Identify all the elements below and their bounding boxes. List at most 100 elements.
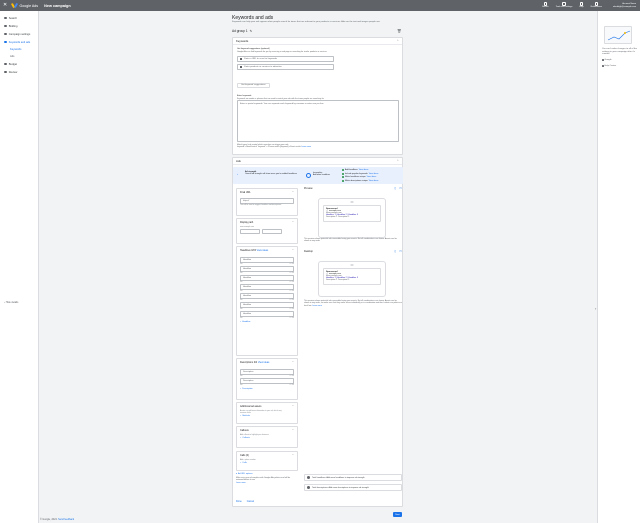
- keywords-textarea[interactable]: Enter or paste keywords. You can separat…: [237, 100, 399, 142]
- mobile-icon[interactable]: ▯: [395, 186, 397, 190]
- search-tool[interactable]: Search: [542, 2, 549, 8]
- chevron-right-icon[interactable]: ›: [595, 306, 596, 311]
- headline-input-5[interactable]: Headline: [240, 293, 294, 299]
- view-ideas-link[interactable]: View ideas: [258, 361, 270, 364]
- step-pending-icon: [4, 62, 7, 66]
- products-input[interactable]: Enter products or services to advertise: [237, 64, 334, 70]
- headline-input-1[interactable]: Headline: [240, 257, 294, 263]
- step-check-icon: [4, 16, 7, 20]
- phone-notch: [350, 264, 354, 266]
- edit-pencil-icon[interactable]: ✎: [250, 29, 253, 33]
- strength-text: Overall ad strength will show once you'v…: [245, 173, 297, 175]
- mobile-preview: Sponsored example.com www.example.com He…: [318, 198, 386, 238]
- view-ideas-link[interactable]: View ideas: [257, 249, 269, 252]
- ad-url-options: ▾ Ad URL options Make sure your ad compli…: [236, 473, 298, 484]
- step-check-icon: [4, 32, 7, 36]
- chevron-up-icon[interactable]: ⌃: [292, 429, 294, 432]
- callouts-section: Callouts ⌃ Add callouts to highlight your…: [236, 426, 298, 448]
- strength-summary: Ad strength Overall ad strength will sho…: [245, 171, 300, 175]
- help-tool[interactable]: Help: [579, 2, 584, 8]
- learn-more-link[interactable]: Learn more: [301, 146, 311, 148]
- get-suggestions-button[interactable]: Get keyword suggestions: [237, 82, 270, 88]
- ad-url-options-link[interactable]: ▾ Ad URL options: [236, 473, 298, 475]
- notifications-tool[interactable]: Notifications: [591, 2, 602, 8]
- sidebar-item-budget[interactable]: Budget: [0, 60, 38, 68]
- add-headline-button[interactable]: + Headline: [240, 321, 294, 323]
- feedback-link[interactable]: Send feedback: [58, 518, 74, 521]
- ad-group-name[interactable]: Ad group 1 ✎: [232, 29, 252, 33]
- ads-card-header[interactable]: Ads ⌃: [233, 158, 402, 165]
- check-circle-icon: [342, 169, 344, 171]
- preview-learn-more[interactable]: Learn more: [312, 305, 322, 307]
- right-help-panel: › You can't make changes to all of the s…: [595, 11, 640, 523]
- calls-section: Calls (0) ⌃ Add a phone number + Calls: [236, 451, 298, 471]
- chevron-up-icon[interactable]: ⌃: [396, 159, 399, 163]
- add-calls-button[interactable]: + Calls: [240, 462, 294, 464]
- logo-text: Google Ads: [19, 3, 39, 8]
- chevron-up-icon[interactable]: ⌃: [292, 454, 294, 457]
- strength-gauge-icon: [306, 173, 311, 178]
- ad-description: Description 1. Description 2.: [326, 216, 350, 219]
- path-1-input[interactable]: [240, 228, 260, 234]
- close-icon[interactable]: ✕: [3, 3, 9, 8]
- step-sidebar: Search Bidding Campaign settings Keyword…: [0, 11, 39, 523]
- match-types-legend: keyword = Broad match "keyword" = Phrase…: [237, 146, 312, 149]
- url-input[interactable]: Enter a URL to scan for keywords: [237, 56, 334, 62]
- ad-actions: Done Cancel: [236, 500, 254, 503]
- account-switcher[interactable]: Account Name abcdefgh@example.com: [613, 3, 636, 8]
- sidebar-item-campaign-settings[interactable]: Campaign settings: [0, 30, 38, 38]
- chevron-up-icon[interactable]: ⌃: [292, 361, 294, 364]
- descriptions-notice: Total descriptions: Add more description…: [304, 484, 402, 491]
- next-button[interactable]: Next: [393, 512, 402, 517]
- strength-chips: Incomplete Add more headlines: [313, 172, 330, 176]
- help-link-google[interactable]: Google: [602, 59, 612, 61]
- final-url-input[interactable]: https://: [240, 198, 294, 204]
- sidebar-subitem-ads[interactable]: Ads: [0, 53, 38, 60]
- bullet-icon: [602, 65, 604, 67]
- add-description-button[interactable]: + Description: [240, 388, 294, 390]
- chevron-up-icon[interactable]: ⌃: [396, 39, 399, 43]
- desktop-icon[interactable]: ▭: [399, 186, 402, 190]
- description-input-1[interactable]: Description: [240, 369, 294, 375]
- description-input-2[interactable]: Description: [240, 378, 294, 384]
- plus-icon: +: [240, 387, 242, 390]
- desktop-icon[interactable]: ▭: [399, 249, 402, 253]
- preview-header: Preview ▯ ▭: [304, 186, 402, 190]
- check-row: Make descriptions unique View ideas: [342, 179, 378, 182]
- add-callouts-button[interactable]: + Callouts: [240, 437, 294, 439]
- help-link-center[interactable]: Help Center: [602, 65, 616, 67]
- headlines-notice: Total headlines: Add more headlines to i…: [304, 474, 402, 481]
- descriptions-section: Descriptions 0/4 View ideas ⌃ Description…: [236, 358, 298, 400]
- check-row: Include popular keywords View ideas: [342, 172, 378, 175]
- headline-input-7[interactable]: Headline: [240, 311, 294, 317]
- path-2-input[interactable]: [262, 228, 282, 234]
- mobile-icon[interactable]: ▯: [395, 249, 397, 253]
- check-circle-icon: [342, 172, 344, 175]
- page-header-title: New campaign: [44, 3, 71, 8]
- headline-input-6[interactable]: Headline: [240, 302, 294, 308]
- sidebar-item-review[interactable]: Review: [0, 68, 38, 76]
- sidebar-subitem-keywords[interactable]: Keywords: [0, 46, 38, 53]
- headline-input-3[interactable]: Headline: [240, 275, 294, 281]
- keywords-card-header[interactable]: Keywords ⌃: [233, 38, 402, 45]
- keywords-card: Keywords ⌃ Get keyword suggestions (opti…: [232, 37, 403, 155]
- info-icon: [307, 486, 310, 489]
- expand-arrow-icon[interactable]: ›: [237, 172, 238, 176]
- cancel-button[interactable]: Cancel: [247, 500, 254, 503]
- headline-input-4[interactable]: Headline: [240, 284, 294, 290]
- chevron-up-icon[interactable]: ⌃: [292, 249, 294, 252]
- tools-settings[interactable]: Tools and settings: [556, 2, 572, 8]
- hide-details-button[interactable]: ‹ Hide details: [4, 301, 18, 304]
- sidebar-item-bidding[interactable]: Bidding: [0, 22, 38, 30]
- policy-learn-more[interactable]: Learn more: [236, 482, 298, 484]
- chevron-up-icon[interactable]: ⌃: [292, 221, 294, 224]
- headline-input-2[interactable]: Headline: [240, 266, 294, 272]
- add-sitelinks-button[interactable]: + Sitelinks: [240, 415, 294, 417]
- sidebar-item-keywords-and-ads[interactable]: Keywords and ads: [0, 38, 38, 46]
- trash-icon[interactable]: 🗑: [397, 29, 401, 33]
- preview-note-mobile: This preview shows potential ads assembl…: [304, 238, 397, 243]
- sidebar-item-search[interactable]: Search: [0, 14, 38, 22]
- chevron-up-icon[interactable]: ⌃: [292, 405, 294, 408]
- done-button[interactable]: Done: [236, 500, 242, 503]
- chevron-up-icon[interactable]: ⌃: [292, 191, 294, 194]
